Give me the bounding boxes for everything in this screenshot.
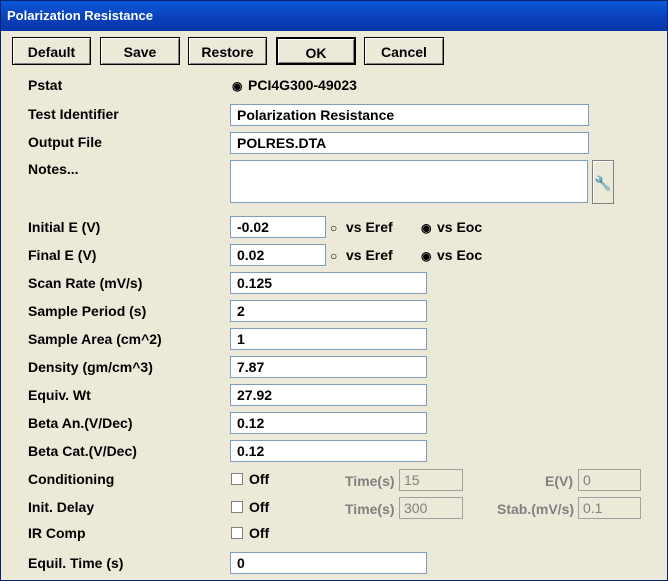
final-e-vs-eref-radio[interactable]: ○ vs Eref [330, 247, 393, 263]
default-button[interactable]: Default [12, 37, 91, 65]
init-delay-time-field[interactable]: 300 [399, 497, 463, 519]
pstat-value: PCI4G300-49023 [248, 77, 357, 93]
final-e-field[interactable]: 0.02 [230, 244, 326, 266]
ok-button[interactable]: OK [276, 37, 356, 65]
beta-an-field[interactable]: 0.12 [230, 412, 427, 434]
wrench-icon: 🔧 [594, 175, 612, 191]
beta-an-label: Beta An.(V/Dec) [28, 415, 133, 431]
conditioning-e-label: E(V) [545, 473, 573, 489]
init-delay-label: Init. Delay [28, 499, 95, 515]
equiv-wt-label: Equiv. Wt [28, 387, 91, 403]
vs-eoc-label: vs Eoc [437, 247, 483, 263]
conditioning-label: Conditioning [28, 471, 115, 487]
test-identifier-field[interactable]: Polarization Resistance [230, 104, 589, 126]
equil-time-label: Equil. Time (s) [28, 555, 124, 571]
conditioning-time-field[interactable]: 15 [399, 469, 463, 491]
beta-cat-label: Beta Cat.(V/Dec) [28, 443, 137, 459]
sample-period-field[interactable]: 2 [230, 300, 427, 322]
vs-eoc-label: vs Eoc [437, 219, 483, 235]
test-identifier-label: Test Identifier [28, 106, 119, 122]
stab-field[interactable]: 0.1 [578, 497, 641, 519]
scan-rate-label: Scan Rate (mV/s) [28, 275, 143, 291]
sample-area-field[interactable]: 1 [230, 328, 427, 350]
vs-eref-label: vs Eref [346, 247, 393, 263]
output-file-field[interactable]: POLRES.DTA [230, 132, 589, 154]
ir-comp-label: IR Comp [28, 525, 86, 541]
conditioning-time-label: Time(s) [345, 473, 395, 489]
init-delay-off-label: Off [249, 499, 270, 515]
initial-e-vs-eref-radio[interactable]: ○ vs Eref [330, 219, 393, 235]
checkbox-unchecked-icon [231, 527, 243, 539]
density-field[interactable]: 7.87 [230, 356, 427, 378]
cancel-button[interactable]: Cancel [364, 37, 444, 65]
sample-area-label: Sample Area (cm^2) [28, 331, 162, 347]
checkbox-unchecked-icon [231, 473, 243, 485]
final-e-vs-eoc-radio[interactable]: ◉ vs Eoc [421, 247, 482, 263]
init-delay-time-label: Time(s) [345, 501, 395, 517]
equil-time-field[interactable]: 0 [230, 552, 427, 574]
conditioning-checkbox[interactable]: Off [231, 471, 269, 487]
radio-selected-icon: ◉ [232, 79, 243, 93]
save-button[interactable]: Save [100, 37, 180, 65]
notes-textarea[interactable] [230, 160, 588, 203]
radio-unselected-icon: ○ [330, 249, 338, 263]
beta-cat-field[interactable]: 0.12 [230, 440, 427, 462]
ir-comp-checkbox[interactable]: Off [231, 525, 269, 541]
pstat-radio[interactable]: ◉ PCI4G300-49023 [232, 77, 357, 93]
conditioning-e-field[interactable]: 0 [578, 469, 641, 491]
initial-e-vs-eoc-radio[interactable]: ◉ vs Eoc [421, 219, 482, 235]
conditioning-off-label: Off [249, 471, 270, 487]
initial-e-label: Initial E (V) [28, 219, 101, 235]
stab-label: Stab.(mV/s) [497, 501, 575, 517]
output-file-label: Output File [28, 134, 102, 150]
scan-rate-field[interactable]: 0.125 [230, 272, 427, 294]
notes-label[interactable]: Notes... [28, 161, 79, 177]
dialog-content: Default Save Restore OK Cancel Pstat ◉ PC… [1, 31, 667, 580]
title-bar: Polarization Resistance [1, 1, 667, 31]
checkbox-unchecked-icon [231, 501, 243, 513]
vs-eref-label: vs Eref [346, 219, 393, 235]
restore-button[interactable]: Restore [188, 37, 267, 65]
radio-selected-icon: ◉ [421, 221, 432, 235]
notes-edit-button[interactable]: 🔧 [592, 160, 614, 204]
dialog-window: Polarization Resistance Default Save Res… [0, 0, 668, 581]
ir-comp-off-label: Off [249, 525, 270, 541]
initial-e-field[interactable]: -0.02 [230, 216, 326, 238]
pstat-label: Pstat [28, 77, 63, 93]
init-delay-checkbox[interactable]: Off [231, 499, 269, 515]
final-e-label: Final E (V) [28, 247, 97, 263]
radio-selected-icon: ◉ [421, 249, 432, 263]
equiv-wt-field[interactable]: 27.92 [230, 384, 427, 406]
density-label: Density (gm/cm^3) [28, 359, 153, 375]
radio-unselected-icon: ○ [330, 221, 338, 235]
sample-period-label: Sample Period (s) [28, 303, 147, 319]
